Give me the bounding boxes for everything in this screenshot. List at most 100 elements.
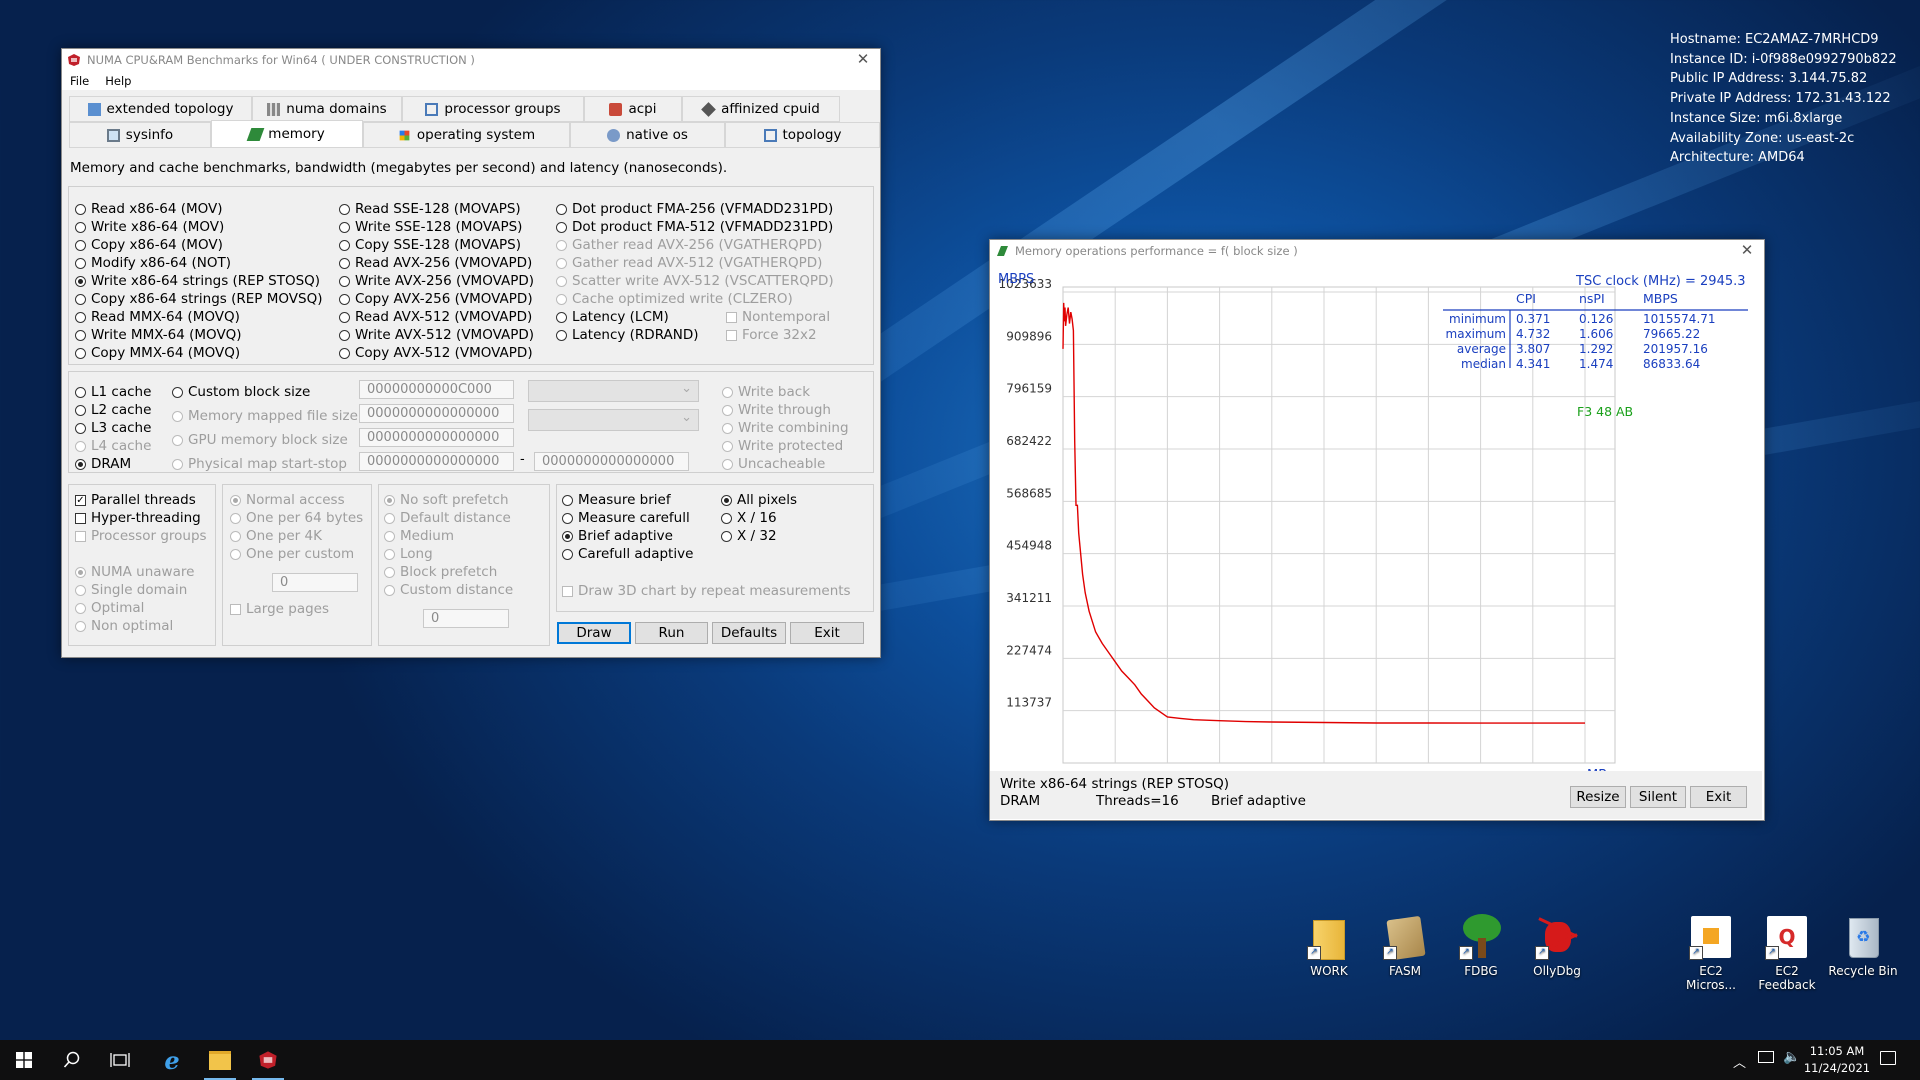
notification-icon[interactable] — [1880, 1051, 1896, 1065]
taskbar-numa-benchmark[interactable] — [244, 1040, 292, 1080]
radio-button[interactable] — [75, 239, 86, 251]
radio-button[interactable] — [75, 275, 86, 287]
method-read-sse-128-movaps[interactable]: Read SSE-128 (MOVAPS) — [339, 201, 521, 217]
chart-exit-button[interactable]: Exit — [1690, 786, 1747, 808]
desktop-icon-ec2-microsoft[interactable]: ↗ EC2 Micros... — [1676, 914, 1746, 992]
method-dot-product-fma-512-vfmadd231pd[interactable]: Dot product FMA-512 (VFMADD231PD) — [556, 219, 833, 235]
radio-button[interactable] — [562, 512, 573, 524]
radio-button[interactable] — [75, 203, 86, 215]
tab-sysinfo[interactable]: sysinfo — [69, 122, 211, 148]
radio-button[interactable] — [339, 347, 350, 359]
exit-button[interactable]: Exit — [790, 622, 864, 644]
desktop-icon-ollydbg[interactable]: ↗ OllyDbg — [1522, 914, 1592, 978]
method-read-avx-512-vmovapd[interactable]: Read AVX-512 (VMOVAPD) — [339, 309, 532, 325]
chart-title-bar[interactable]: Memory operations performance = f( block… — [990, 240, 1764, 262]
method-copy-sse-128-movaps[interactable]: Copy SSE-128 (MOVAPS) — [339, 237, 521, 253]
radio-button[interactable] — [562, 494, 573, 506]
measure-brief-adaptive[interactable]: Brief adaptive — [562, 528, 673, 544]
method-dot-product-fma-256-vfmadd231pd[interactable]: Dot product FMA-256 (VFMADD231PD) — [556, 201, 833, 217]
radio-button[interactable] — [562, 548, 573, 560]
measure-carefull-adaptive[interactable]: Carefull adaptive — [562, 546, 693, 562]
radio-button[interactable] — [75, 311, 86, 323]
desktop-icon-recycle-bin[interactable]: ♻ Recycle Bin — [1828, 914, 1898, 978]
radio-button[interactable] — [339, 203, 350, 215]
radio-button[interactable] — [75, 257, 86, 269]
checkbox[interactable]: ✓ — [75, 494, 86, 506]
tab-numa-domains[interactable]: numa domains — [252, 96, 402, 122]
radio-button[interactable] — [339, 257, 350, 269]
method-write-x86-64-mov[interactable]: Write x86-64 (MOV) — [75, 219, 224, 235]
method-read-avx-256-vmovapd[interactable]: Read AVX-256 (VMOVAPD) — [339, 255, 532, 271]
tab-extended-topology[interactable]: extended topology — [69, 96, 252, 122]
radio-button[interactable] — [721, 530, 732, 542]
pixels-all-pixels[interactable]: All pixels — [721, 492, 797, 508]
desktop-icon-ec2-feedback[interactable]: Q ↗ EC2 Feedback — [1752, 914, 1822, 992]
method-copy-mmx-64-movq[interactable]: Copy MMX-64 (MOVQ) — [75, 345, 240, 361]
radio-button[interactable] — [721, 512, 732, 524]
clock[interactable]: 11:05 AM 11/24/2021 — [1800, 1043, 1874, 1077]
defaults-button[interactable]: Defaults — [712, 622, 786, 644]
radio-button[interactable] — [339, 275, 350, 287]
method-copy-x86-64-mov[interactable]: Copy x86-64 (MOV) — [75, 237, 223, 253]
tab-operating-system[interactable]: operating system — [363, 122, 570, 148]
tab-affinized-cpuid[interactable]: affinized cpuid — [682, 96, 840, 122]
method-write-x86-64-strings-rep-stosq[interactable]: Write x86-64 strings (REP STOSQ) — [75, 273, 320, 289]
close-icon[interactable]: ✕ — [1736, 241, 1758, 259]
resize-button[interactable]: Resize — [1570, 786, 1626, 808]
run-button[interactable]: Run — [635, 622, 708, 644]
parallel-threads-checkbox[interactable]: ✓ Parallel threads — [75, 492, 196, 508]
method-write-mmx-64-movq[interactable]: Write MMX-64 (MOVQ) — [75, 327, 242, 343]
radio-button[interactable] — [556, 329, 567, 341]
method-modify-x86-64-not[interactable]: Modify x86-64 (NOT) — [75, 255, 231, 271]
title-bar[interactable]: NUMA CPU&RAM Benchmarks for Win64 ( UNDE… — [62, 49, 880, 71]
method-copy-avx-512-vmovapd[interactable]: Copy AVX-512 (VMOVAPD) — [339, 345, 533, 361]
checkbox[interactable] — [75, 512, 86, 524]
radio-button[interactable] — [556, 311, 567, 323]
radio-button[interactable] — [75, 404, 86, 416]
cache-dram[interactable]: DRAM — [75, 456, 131, 472]
pixels-x-16[interactable]: X / 16 — [721, 510, 777, 526]
radio-button[interactable] — [721, 494, 732, 506]
measure-measure-brief[interactable]: Measure brief — [562, 492, 671, 508]
taskbar-file-explorer[interactable] — [196, 1040, 244, 1080]
hyper-threading-checkbox[interactable]: Hyper-threading — [75, 510, 201, 526]
radio-button[interactable] — [75, 293, 86, 305]
radio-button[interactable] — [75, 347, 86, 359]
method-read-mmx-64-movq[interactable]: Read MMX-64 (MOVQ) — [75, 309, 240, 325]
menu-file[interactable]: File — [62, 74, 97, 88]
start-button[interactable] — [0, 1040, 48, 1080]
radio-button[interactable] — [172, 386, 183, 398]
cache-l1-cache[interactable]: L1 cache — [75, 384, 151, 400]
taskbar-edge[interactable]: e — [148, 1040, 196, 1080]
radio-button[interactable] — [75, 422, 86, 434]
method-copy-x86-64-strings-rep-movsq[interactable]: Copy x86-64 strings (REP MOVSQ) — [75, 291, 322, 307]
radio-button[interactable] — [75, 386, 86, 398]
method-write-sse-128-movaps[interactable]: Write SSE-128 (MOVAPS) — [339, 219, 522, 235]
block-custom-block-size[interactable]: Custom block size — [172, 384, 310, 400]
method-latency-lcm[interactable]: Latency (LCM) — [556, 309, 669, 325]
radio-button[interactable] — [339, 293, 350, 305]
tab-processor-groups[interactable]: processor groups — [402, 96, 584, 122]
radio-button[interactable] — [75, 329, 86, 341]
search-button[interactable] — [48, 1040, 96, 1080]
method-write-avx-256-vmovapd[interactable]: Write AVX-256 (VMOVAPD) — [339, 273, 534, 289]
radio-button[interactable] — [75, 458, 86, 470]
pixels-x-32[interactable]: X / 32 — [721, 528, 777, 544]
radio-button[interactable] — [562, 530, 573, 542]
draw-button[interactable]: Draw — [557, 622, 631, 644]
radio-button[interactable] — [339, 221, 350, 233]
desktop-icon-fdbg[interactable]: ↗ FDBG — [1446, 914, 1516, 978]
menu-help[interactable]: Help — [97, 74, 139, 88]
tab-topology[interactable]: topology — [725, 122, 880, 148]
volume-muted-icon[interactable]: 🔈 — [1783, 1049, 1800, 1065]
tab-acpi[interactable]: acpi — [584, 96, 682, 122]
radio-button[interactable] — [339, 239, 350, 251]
chevron-up-icon[interactable]: ︿ — [1733, 1052, 1746, 1071]
radio-button[interactable] — [556, 221, 567, 233]
desktop-icon-work[interactable]: ↗ WORK — [1294, 914, 1364, 978]
close-icon[interactable]: ✕ — [852, 50, 874, 68]
desktop-icon-fasm[interactable]: ↗ FASM — [1370, 914, 1440, 978]
radio-button[interactable] — [339, 311, 350, 323]
method-copy-avx-256-vmovapd[interactable]: Copy AVX-256 (VMOVAPD) — [339, 291, 533, 307]
cache-l2-cache[interactable]: L2 cache — [75, 402, 151, 418]
